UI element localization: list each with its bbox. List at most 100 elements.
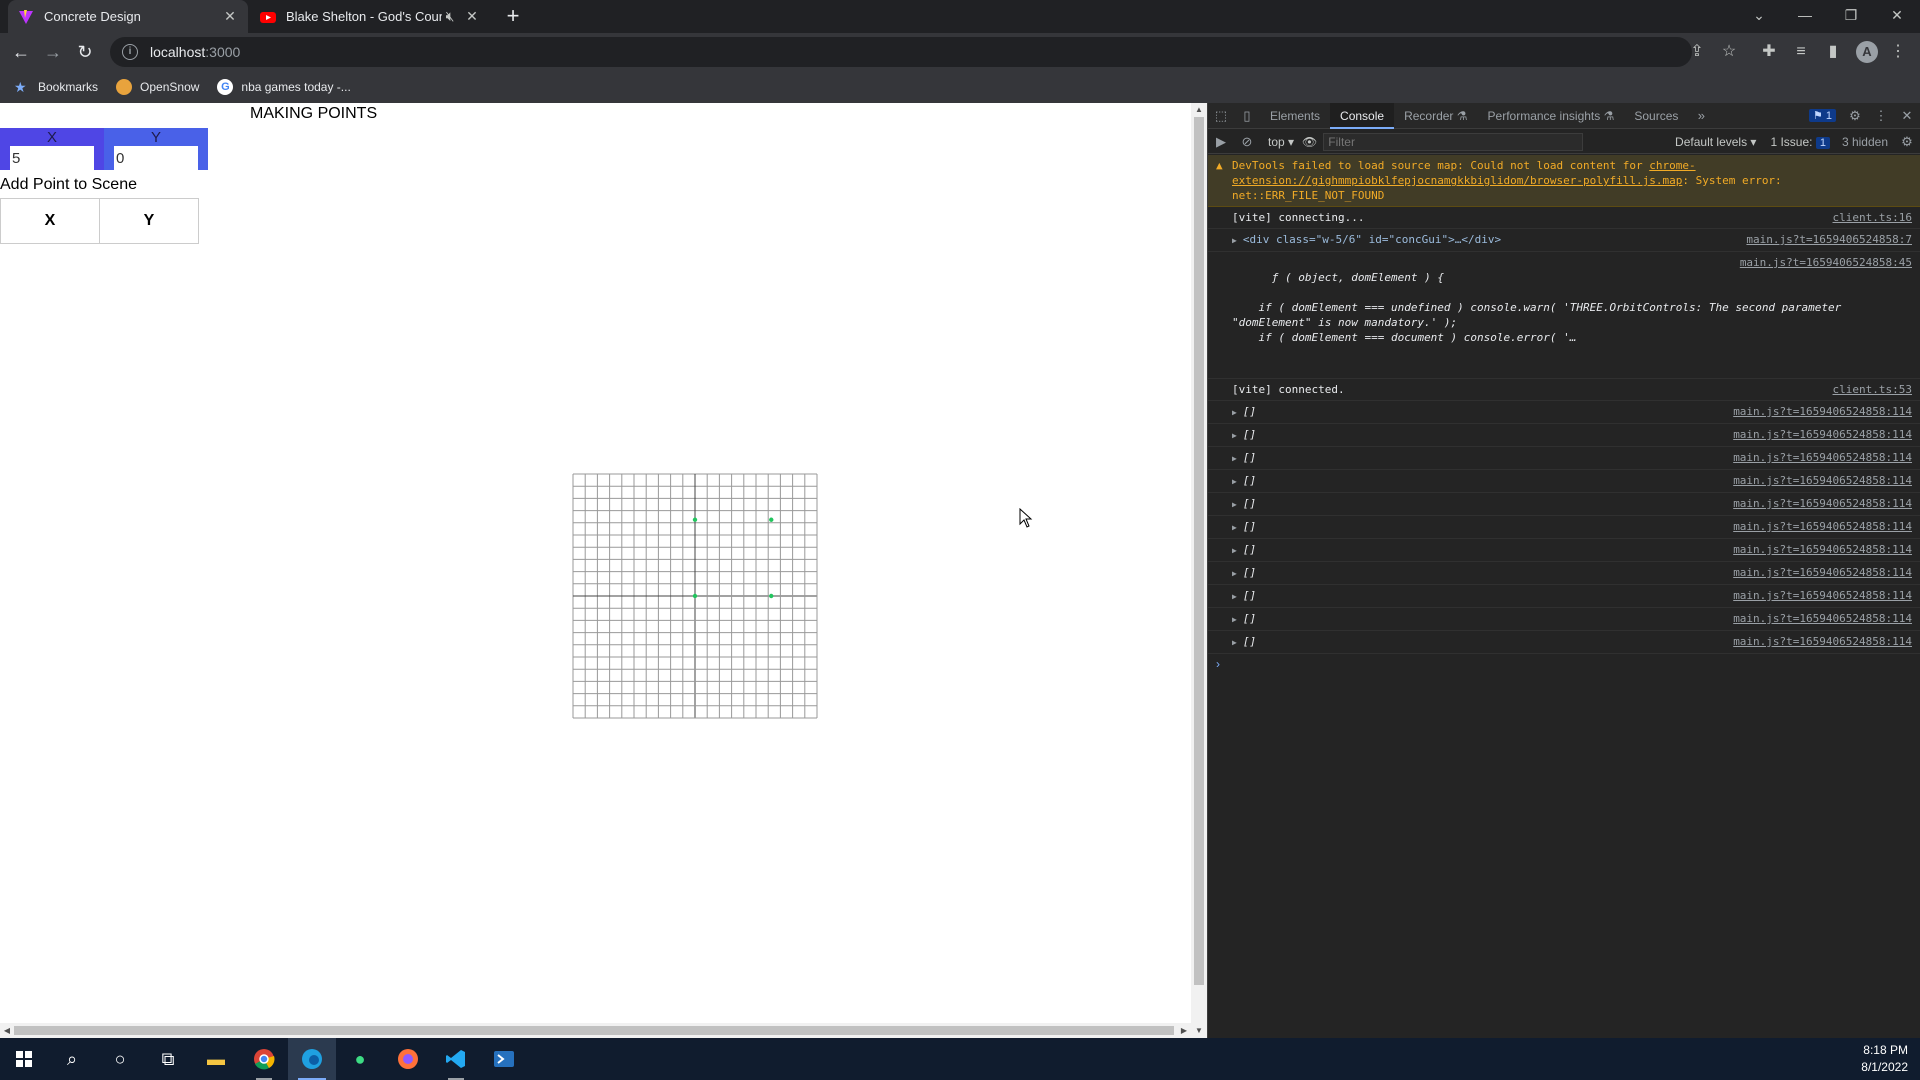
log-source-link[interactable]: main.js?t=1659406524858:114 xyxy=(1733,473,1912,488)
scene-grid-canvas[interactable] xyxy=(572,473,818,719)
vscode-icon[interactable] xyxy=(432,1038,480,1080)
console-array-log[interactable]: ▶ [] main.js?t=1659406524858:114 xyxy=(1208,493,1920,516)
issues-counter-badge[interactable]: ⚑ 1 xyxy=(1808,109,1836,122)
clear-console-icon[interactable]: ⊘ xyxy=(1234,129,1260,155)
console-filter-input[interactable] xyxy=(1323,132,1584,151)
devtools-menu-kebab-icon[interactable]: ⋮ xyxy=(1868,103,1894,129)
chat-app-icon[interactable]: ● xyxy=(336,1038,384,1080)
log-source-link[interactable]: main.js?t=1659406524858:114 xyxy=(1733,588,1912,603)
log-source-link[interactable]: main.js?t=1659406524858:114 xyxy=(1733,404,1912,419)
console-array-log[interactable]: ▶ [] main.js?t=1659406524858:114 xyxy=(1208,631,1920,654)
chrome-icon[interactable] xyxy=(240,1038,288,1080)
log-source-link[interactable]: client.ts:53 xyxy=(1833,382,1912,397)
expand-triangle-icon[interactable]: ▶ xyxy=(1232,638,1237,647)
scroll-down-arrow-icon[interactable]: ▼ xyxy=(1191,1024,1207,1038)
console-settings-gear-icon[interactable]: ⚙ xyxy=(1894,129,1920,155)
bookmark-bookmarks[interactable]: ★ Bookmarks xyxy=(14,79,98,95)
expand-triangle-icon[interactable]: ▶ xyxy=(1232,592,1237,601)
add-point-button[interactable]: Add Point to Scene xyxy=(0,176,137,194)
devtools-tab-elements[interactable]: Elements xyxy=(1260,103,1330,129)
expand-triangle-icon[interactable]: ▶ xyxy=(1232,523,1237,532)
devtools-tab-sources[interactable]: Sources xyxy=(1624,103,1688,129)
file-explorer-icon[interactable]: ▬ xyxy=(192,1038,240,1080)
reload-icon[interactable]: ↻ xyxy=(74,41,96,63)
task-view-icon[interactable]: ⧉ xyxy=(144,1038,192,1080)
expand-triangle-icon[interactable]: ▶ xyxy=(1232,454,1237,463)
side-panel-icon[interactable]: ▮ xyxy=(1823,42,1843,62)
powershell-icon[interactable] xyxy=(480,1038,528,1080)
console-array-log[interactable]: ▶ [] main.js?t=1659406524858:114 xyxy=(1208,470,1920,493)
log-source-link[interactable]: main.js?t=1659406524858:114 xyxy=(1733,496,1912,511)
page-vertical-scrollbar[interactable]: ▲ ▼ xyxy=(1191,103,1207,1038)
more-tabs-chevron-icon[interactable]: » xyxy=(1688,103,1714,129)
expand-triangle-icon[interactable]: ▶ xyxy=(1232,546,1237,555)
console-array-log[interactable]: ▶ [] main.js?t=1659406524858:114 xyxy=(1208,539,1920,562)
expand-triangle-icon[interactable]: ▶ xyxy=(1232,569,1237,578)
inspect-element-icon[interactable]: ⬚ xyxy=(1208,103,1234,129)
expand-triangle-icon[interactable]: ▶ xyxy=(1232,236,1237,245)
live-expression-eye-icon[interactable]: 👁︎ xyxy=(1302,135,1317,149)
search-icon[interactable]: ⌕ xyxy=(48,1038,96,1080)
devtools-tab-performance-insights[interactable]: Performance insights ⚗ xyxy=(1478,103,1625,129)
expand-triangle-icon[interactable]: ▶ xyxy=(1232,615,1237,624)
console-array-log[interactable]: ▶ [] main.js?t=1659406524858:114 xyxy=(1208,608,1920,631)
log-source-link[interactable]: main.js?t=1659406524858:114 xyxy=(1733,427,1912,442)
firefox-icon[interactable] xyxy=(384,1038,432,1080)
log-source-link[interactable]: main.js?t=1659406524858:114 xyxy=(1733,519,1912,534)
windows-start-icon[interactable] xyxy=(0,1038,48,1080)
log-source-link[interactable]: main.js?t=1659406524858:7 xyxy=(1746,232,1912,247)
issues-link[interactable]: 1 Issue: 1 xyxy=(1770,135,1830,149)
bookmark-nba[interactable]: G nba games today -... xyxy=(217,79,351,95)
expand-triangle-icon[interactable]: ▶ xyxy=(1232,477,1237,486)
bookmark-star-icon[interactable]: ☆ xyxy=(1719,42,1739,62)
expand-triangle-icon[interactable]: ▶ xyxy=(1232,408,1237,417)
settings-gear-icon[interactable]: ⚙ xyxy=(1842,103,1868,129)
bookmark-opensnow[interactable]: OpenSnow xyxy=(116,79,199,95)
site-info-icon[interactable]: i xyxy=(122,44,138,60)
scroll-up-arrow-icon[interactable]: ▲ xyxy=(1191,103,1207,117)
close-tab-icon[interactable]: ✕ xyxy=(464,8,480,25)
log-source-link[interactable]: main.js?t=1659406524858:114 xyxy=(1733,611,1912,626)
restore-button[interactable]: ❐ xyxy=(1828,0,1874,33)
console-array-log[interactable]: ▶ [] main.js?t=1659406524858:114 xyxy=(1208,516,1920,539)
console-log-entry[interactable]: ▶ <div class="w-5/6" id="concGui">…</div>… xyxy=(1208,229,1920,252)
extensions-puzzle-icon[interactable]: ✚ xyxy=(1759,42,1779,62)
console-array-log[interactable]: ▶ [] main.js?t=1659406524858:114 xyxy=(1208,401,1920,424)
expand-triangle-icon[interactable]: ▶ xyxy=(1232,500,1237,509)
console-array-log[interactable]: ▶ [] main.js?t=1659406524858:114 xyxy=(1208,424,1920,447)
cortana-circle-icon[interactable]: ○ xyxy=(96,1038,144,1080)
log-source-link[interactable]: main.js?t=1659406524858:114 xyxy=(1733,542,1912,557)
log-levels-select[interactable]: Default levels ▾ xyxy=(1675,135,1756,149)
devtools-tab-recorder[interactable]: Recorder ⚗ xyxy=(1394,103,1477,129)
log-source-link[interactable]: main.js?t=1659406524858:114 xyxy=(1733,634,1912,649)
tab-youtube[interactable]: Blake Shelton - God's Countr 🔇︎ ✕ xyxy=(250,0,490,33)
log-source-link[interactable]: main.js?t=1659406524858:114 xyxy=(1733,450,1912,465)
share-icon[interactable]: ⇪ xyxy=(1687,42,1707,62)
new-tab-button[interactable]: + xyxy=(500,4,526,30)
vertical-scroll-thumb[interactable] xyxy=(1194,117,1204,985)
console-array-log[interactable]: ▶ [] main.js?t=1659406524858:114 xyxy=(1208,447,1920,470)
log-source-link[interactable]: main.js?t=1659406524858:114 xyxy=(1733,565,1912,580)
devtools-tab-console[interactable]: Console xyxy=(1330,102,1395,129)
console-array-log[interactable]: ▶ [] main.js?t=1659406524858:114 xyxy=(1208,585,1920,608)
x-input[interactable] xyxy=(10,146,94,170)
sidebar-toggle-icon[interactable]: ▶ xyxy=(1208,129,1234,155)
y-input[interactable] xyxy=(114,146,198,170)
address-bar[interactable]: i localhost:3000 xyxy=(110,37,1692,67)
profile-avatar[interactable]: A xyxy=(1856,41,1878,63)
tab-search-icon[interactable]: ⌄ xyxy=(1736,0,1782,33)
expand-triangle-icon[interactable]: ▶ xyxy=(1232,431,1237,440)
tab-concrete-design[interactable]: Concrete Design ✕ xyxy=(8,0,248,33)
minimize-button[interactable]: — xyxy=(1782,0,1828,33)
log-source-link[interactable]: client.ts:16 xyxy=(1833,210,1912,225)
scroll-left-arrow-icon[interactable]: ◀ xyxy=(0,1023,14,1038)
context-select[interactable]: top ▾ xyxy=(1268,135,1294,149)
back-arrow-icon[interactable]: ← xyxy=(10,41,32,63)
console-prompt[interactable]: › xyxy=(1208,654,1920,674)
close-window-button[interactable]: ✕ xyxy=(1874,0,1920,33)
page-horizontal-scrollbar[interactable]: ◀ ▶ xyxy=(0,1023,1191,1038)
forward-arrow-icon[interactable]: → xyxy=(42,41,64,63)
menu-kebab-icon[interactable]: ⋮ xyxy=(1888,42,1908,62)
console-array-log[interactable]: ▶ [] main.js?t=1659406524858:114 xyxy=(1208,562,1920,585)
muted-speaker-icon[interactable]: 🔇︎ xyxy=(442,8,458,25)
